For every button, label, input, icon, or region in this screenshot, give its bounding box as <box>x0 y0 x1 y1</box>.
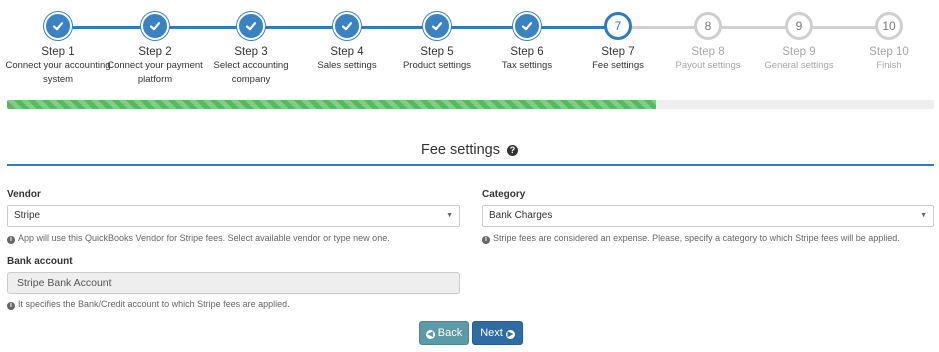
wizard-step-10: 10 Step 10 Finish <box>834 12 939 73</box>
bank-account-value: Stripe Bank Account <box>17 277 112 289</box>
dropdown-caret-icon: ▼ <box>920 212 927 219</box>
info-circle-icon: i <box>7 302 15 310</box>
bank-account-hint: i It specifies the Bank/Credit account to… <box>7 299 290 310</box>
step-description: Connect your accounting system <box>5 60 111 85</box>
step-number-badge: 8 <box>694 12 722 40</box>
title-divider <box>7 164 934 166</box>
step-title: Step 3 <box>234 46 268 58</box>
next-button[interactable]: Next ▶ <box>472 321 523 345</box>
step-title: Step 10 <box>869 46 909 58</box>
checkmark-icon <box>333 12 361 40</box>
vendor-select[interactable]: Stripe ▼ <box>7 205 460 227</box>
bank-account-field: Stripe Bank Account <box>7 272 460 294</box>
category-select[interactable]: Bank Charges ▼ <box>482 205 934 227</box>
dropdown-caret-icon: ▼ <box>446 212 453 219</box>
step-number-badge: 10 <box>875 12 903 40</box>
section-heading: Fee settings ? <box>0 142 939 158</box>
category-select-value: Bank Charges <box>489 210 553 221</box>
vendor-select-value: Stripe <box>14 210 41 221</box>
step-title: Step 1 <box>41 46 75 58</box>
step-number-badge: 7 <box>604 12 632 40</box>
back-button[interactable]: ◀ Back <box>419 321 469 345</box>
step-title: Step 2 <box>138 46 172 58</box>
info-circle-icon: i <box>7 236 15 244</box>
progress-bar <box>7 100 934 109</box>
category-hint: i Stripe fees are considered an expense. … <box>482 233 900 244</box>
checkmark-icon <box>237 12 265 40</box>
wizard-steps: Step 1 Connect your accounting system Step… <box>0 0 939 95</box>
checkmark-icon <box>513 12 541 40</box>
wizard-step-2: Step 2 Connect your payment platform <box>100 12 210 87</box>
page-title: Fee settings <box>420 142 500 158</box>
checkmark-icon <box>141 12 169 40</box>
bank-account-label: Bank account <box>7 256 73 267</box>
step-description: Select accounting company <box>213 60 289 85</box>
arrow-right-circle-icon: ▶ <box>505 330 515 339</box>
progress-bar-fill <box>7 100 656 109</box>
step-description: Finish <box>876 60 902 71</box>
step-number-badge: 9 <box>785 12 813 40</box>
step-description: Connect your payment platform <box>107 60 203 85</box>
vendor-label: Vendor <box>7 189 41 200</box>
arrow-left-circle-icon: ◀ <box>425 330 435 339</box>
question-circle-icon[interactable]: ? <box>507 145 519 156</box>
checkmark-icon <box>44 12 72 40</box>
checkmark-icon <box>423 12 451 40</box>
info-circle-icon: i <box>482 236 490 244</box>
vendor-hint: i App will use this QuickBooks Vendor for… <box>7 233 390 244</box>
category-label: Category <box>482 189 526 200</box>
wizard-step-3: Step 3 Select accounting company <box>196 12 306 87</box>
wizard-step-1: Step 1 Connect your accounting system <box>3 12 113 87</box>
